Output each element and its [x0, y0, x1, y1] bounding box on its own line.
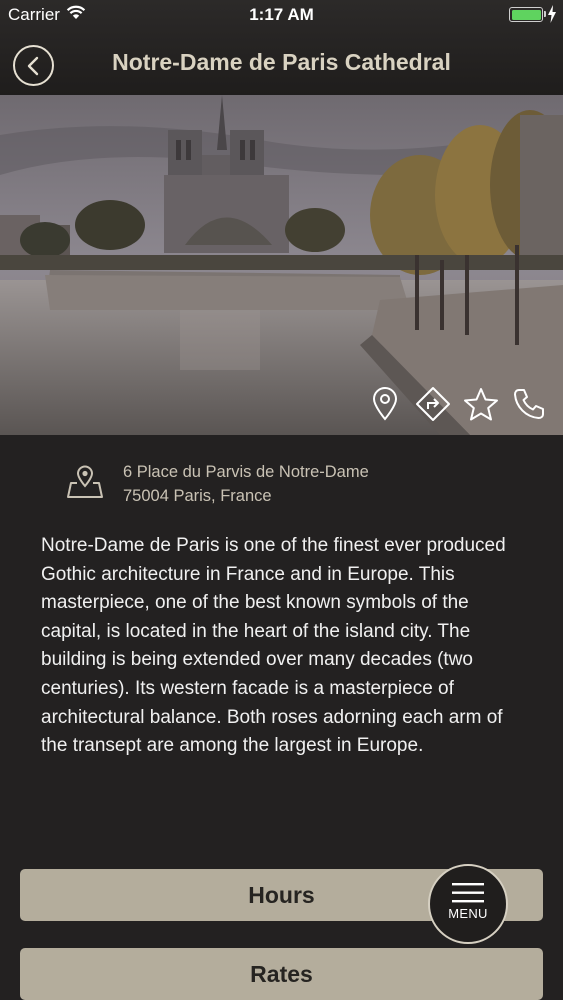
rates-button[interactable]: Rates: [20, 948, 543, 1000]
address-text[interactable]: 6 Place du Parvis de Notre-Dame 75004 Pa…: [123, 460, 369, 508]
map-location-icon: [67, 465, 103, 498]
directions-icon[interactable]: [415, 386, 451, 422]
hamburger-icon: [452, 883, 484, 903]
menu-button[interactable]: MENU: [428, 864, 508, 944]
landmark-photo: [0, 95, 563, 435]
map-pin-icon[interactable]: [367, 386, 403, 422]
cathedral-illustration: [0, 95, 563, 435]
back-button[interactable]: [13, 45, 54, 86]
photo-action-bar: [367, 386, 547, 422]
phone-icon[interactable]: [511, 386, 547, 422]
app-header: Carrier 1:17 AM Notre-Dame de Paris Cath…: [0, 0, 563, 95]
status-bar: Carrier 1:17 AM: [0, 0, 563, 30]
landmark-description: Notre-Dame de Paris is one of the finest…: [41, 535, 506, 757]
star-icon[interactable]: [463, 386, 499, 422]
address-line-1: 6 Place du Parvis de Notre-Dame: [123, 463, 369, 481]
address-line-2: 75004 Paris, France: [123, 487, 272, 505]
chevron-left-icon: [27, 56, 38, 75]
status-time: 1:17 AM: [249, 5, 314, 24]
address-block: 6 Place du Parvis de Notre-Dame 75004 Pa…: [66, 458, 536, 512]
battery-icon: [509, 7, 543, 22]
menu-label: MENU: [448, 906, 488, 921]
battery-tip: [544, 11, 546, 17]
charging-bolt-icon: [548, 5, 556, 23]
page-title: Notre-Dame de Paris Cathedral: [112, 49, 451, 75]
